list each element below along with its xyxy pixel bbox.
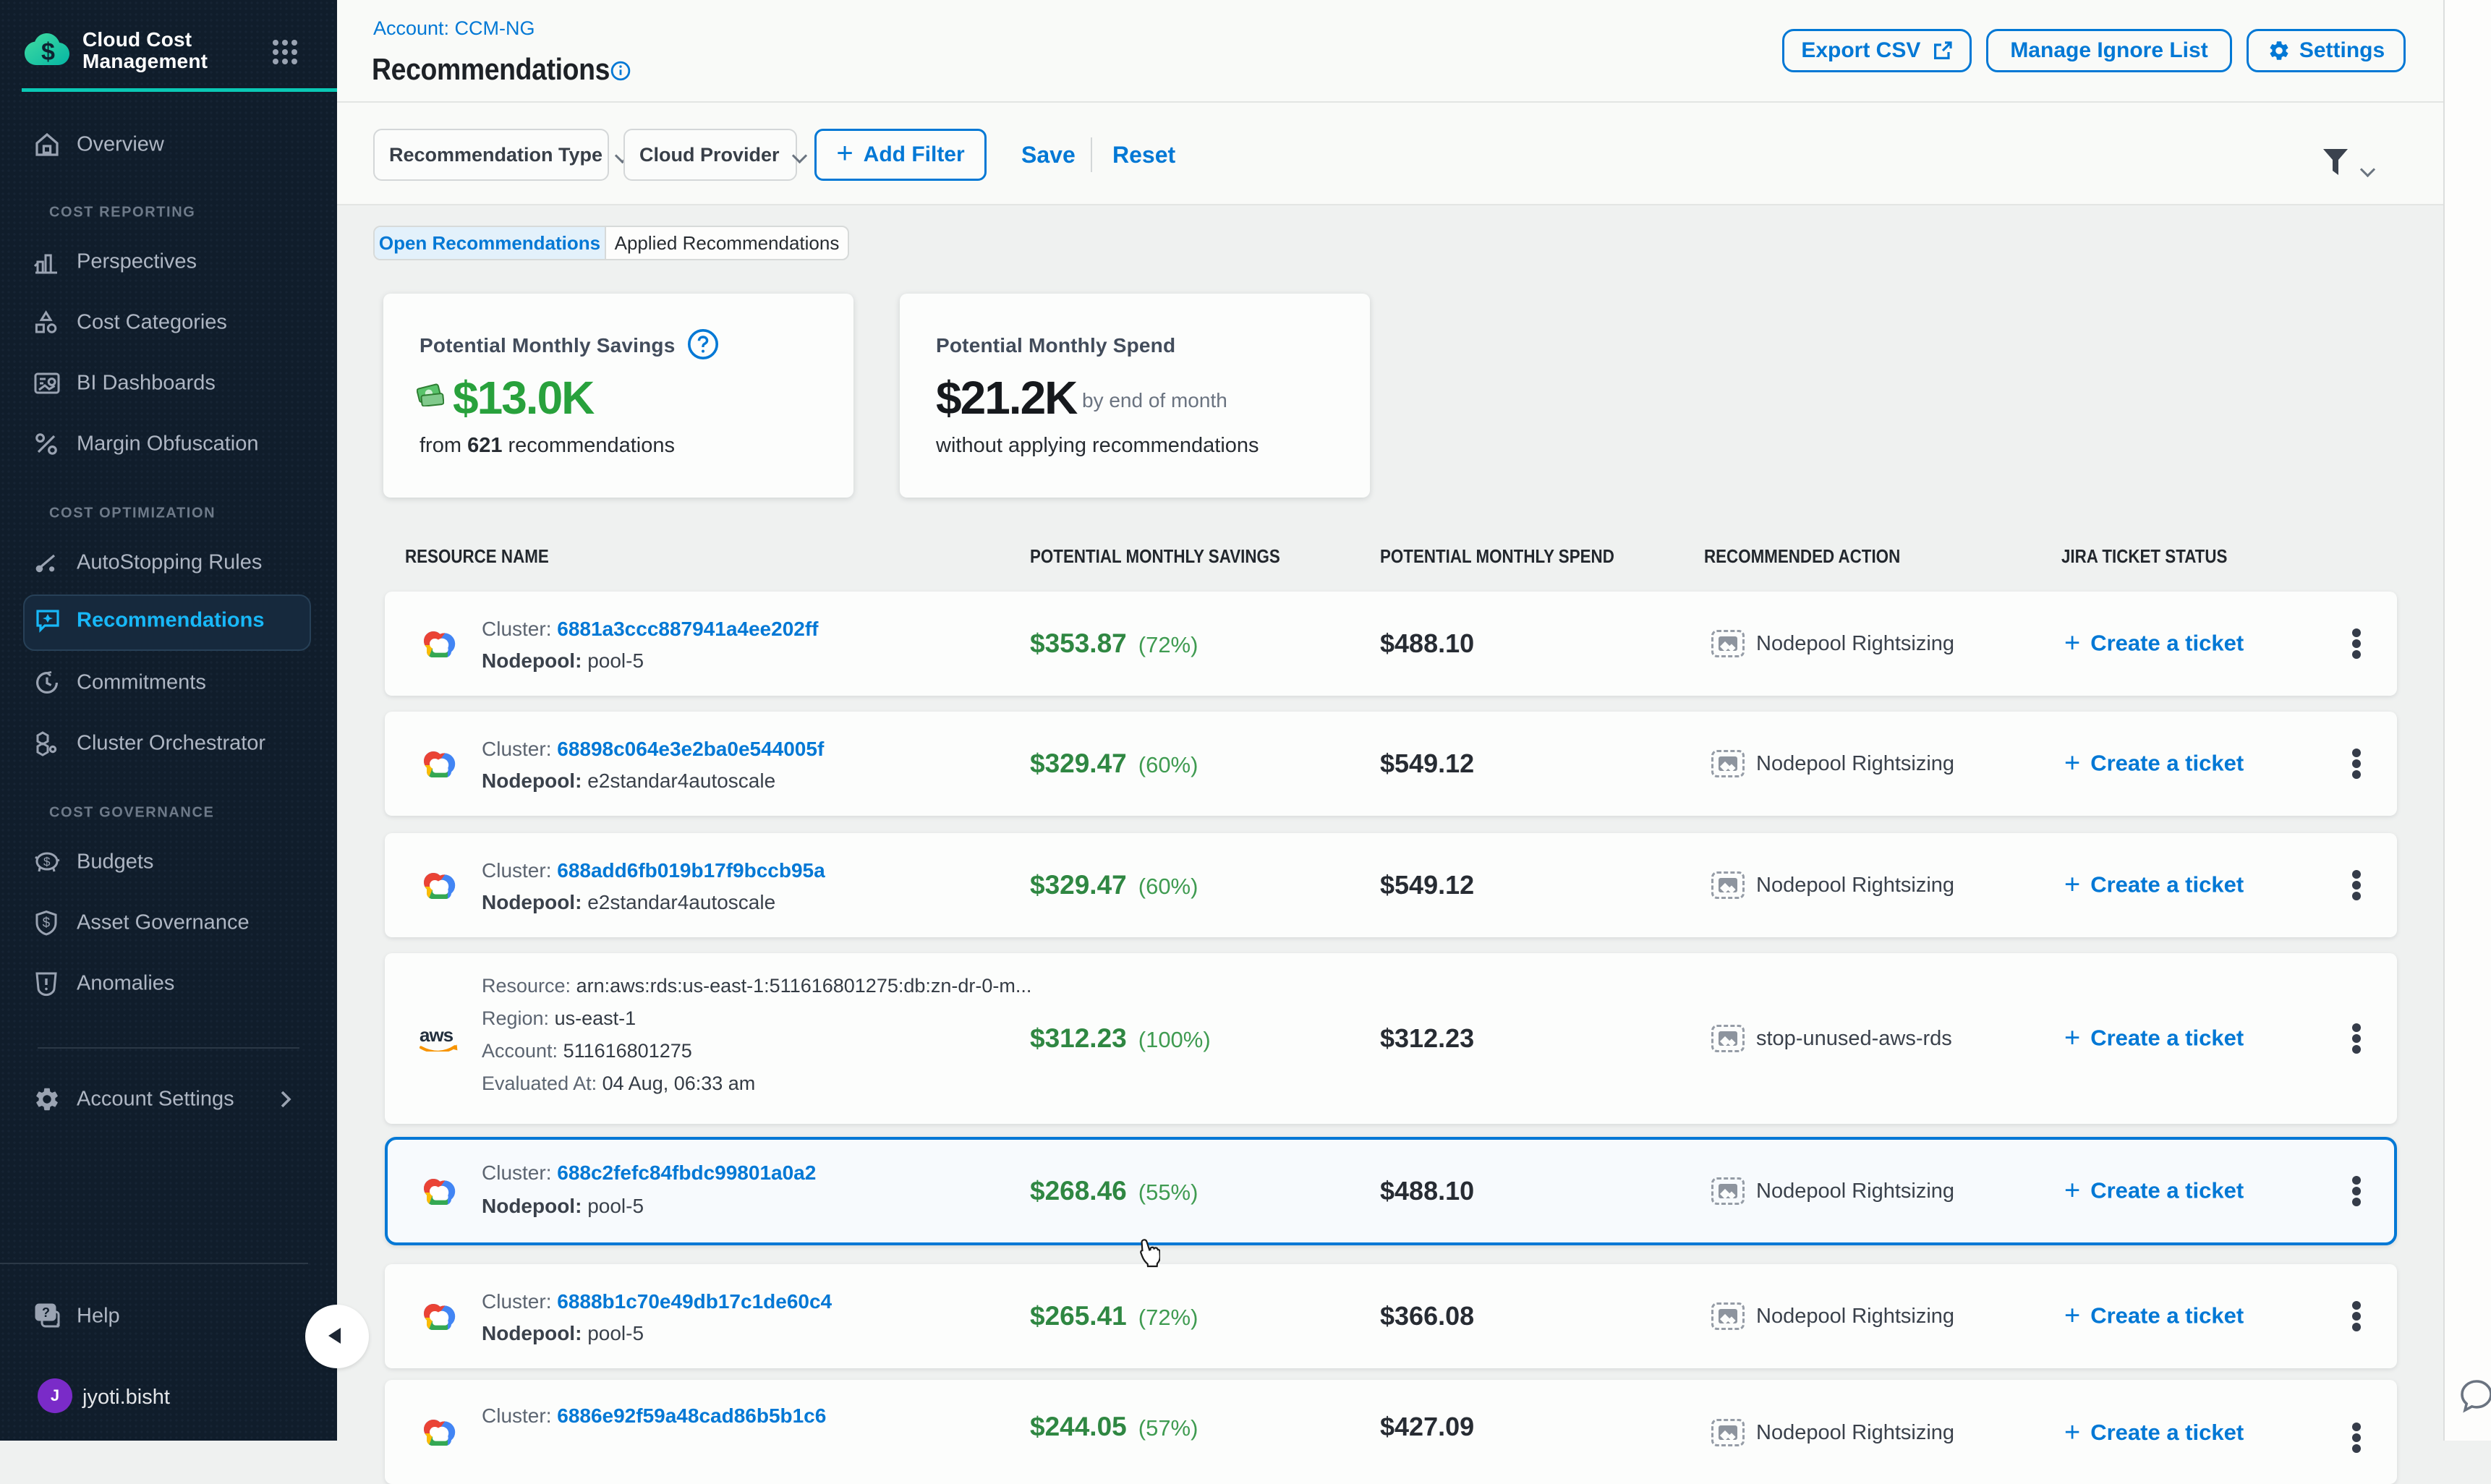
svg-text:$: $	[41, 38, 55, 66]
svg-text:$: $	[43, 855, 51, 869]
svg-text:?: ?	[42, 1305, 50, 1320]
svg-text:$: $	[43, 916, 51, 931]
